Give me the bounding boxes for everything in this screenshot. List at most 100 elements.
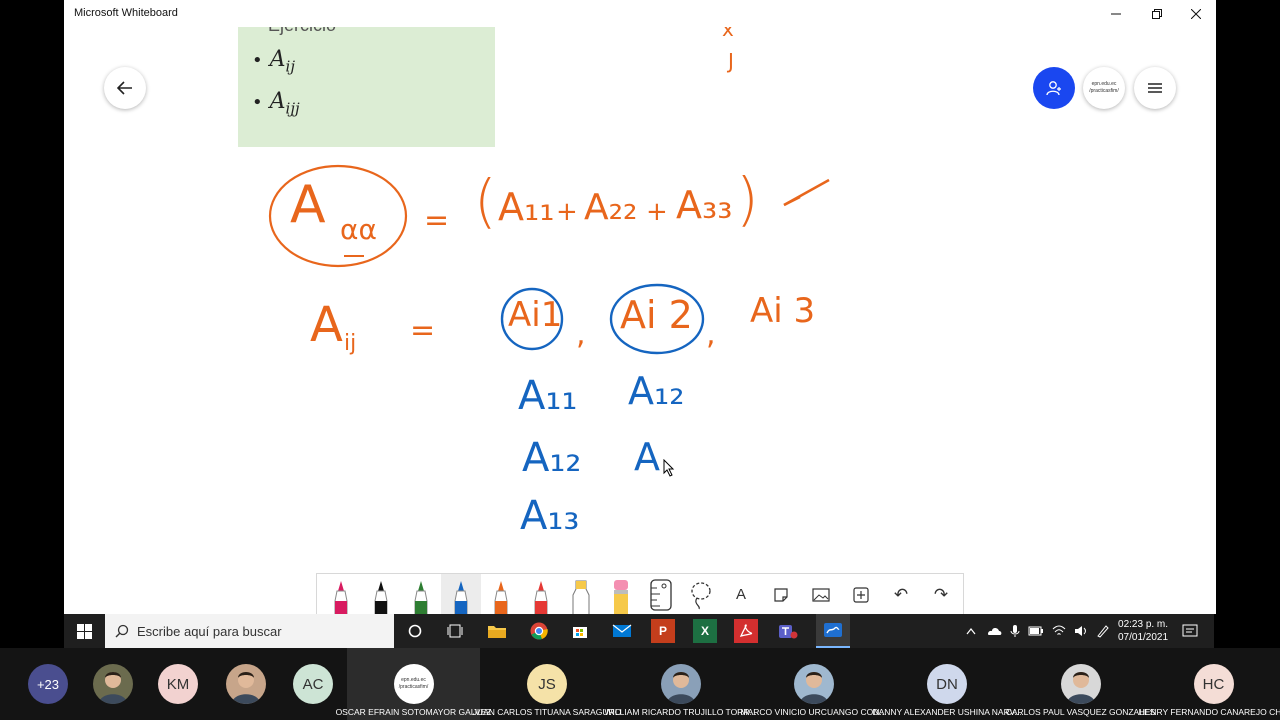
ink-paren-open: (: [474, 167, 497, 235]
overflow-participants[interactable]: +23: [18, 648, 78, 720]
pen-icon: [534, 581, 548, 614]
participant-name: DANNY ALEXANDER USHINA NARV...: [872, 707, 1022, 717]
ink-comma-1: ,: [576, 317, 586, 352]
redo-icon: ↷: [933, 584, 949, 604]
search-placeholder: Escribe aquí para buscar: [137, 623, 282, 639]
text-tool[interactable]: A: [721, 574, 761, 614]
add-icon: [853, 586, 869, 603]
clock[interactable]: 02:23 p. m. 07/01/2021: [1118, 618, 1168, 644]
pen-red-tool[interactable]: [521, 574, 561, 614]
volume-icon[interactable]: [1074, 625, 1088, 637]
close-button[interactable]: [1176, 0, 1216, 27]
mail-button[interactable]: [610, 619, 634, 643]
back-button[interactable]: [104, 67, 146, 109]
powerpoint-button[interactable]: P: [651, 619, 675, 643]
pen-ink-icon[interactable]: [1096, 624, 1110, 638]
menu-button[interactable]: [1134, 67, 1176, 109]
title-bar: Microsoft Whiteboard: [64, 0, 1216, 27]
cursor-icon: [663, 459, 675, 477]
ink-equals-2: =: [410, 313, 436, 348]
participant-name: JUAN CARLOS TITUANA SARAGURO: [472, 707, 622, 717]
participant-tile[interactable]: KM: [146, 648, 210, 720]
avatar: [93, 664, 133, 704]
ink-ai2: Ai 2: [620, 293, 693, 337]
profile-button[interactable]: epn.edu.ec /practicasfim/: [1083, 67, 1125, 109]
site-text-1: epn.edu.ec: [1091, 81, 1117, 87]
redo-button[interactable]: ↷: [921, 574, 961, 614]
hamburger-icon: [1148, 83, 1162, 93]
check-stroke-short: [783, 195, 801, 207]
note-tool[interactable]: [761, 574, 801, 614]
start-button[interactable]: [72, 619, 96, 643]
excel-icon: X: [700, 624, 709, 638]
participant-tile[interactable]: CARLOS PAUL VASQUEZ GONZALES: [1006, 648, 1155, 720]
participant-name: OSCAR EFRAIN SOTOMAYOR GALVEZ: [335, 707, 492, 717]
participant-tile[interactable]: JS JUAN CARLOS TITUANA SARAGURO: [473, 648, 621, 720]
whiteboard-taskbar-button[interactable]: [816, 614, 850, 648]
pen-orange-tool[interactable]: [481, 574, 521, 614]
participant-tile[interactable]: MARCO VINICIO URCUANGO CON...: [741, 648, 886, 720]
avatar: [793, 664, 834, 704]
highlighter-yellow-tool[interactable]: [561, 574, 601, 614]
lasso-tool[interactable]: [681, 574, 721, 614]
participant-name: WILLIAM RICARDO TRUJILLO TORR...: [604, 707, 757, 717]
text-icon: A: [735, 586, 746, 603]
taskbar-search[interactable]: Escribe aquí para buscar: [105, 614, 394, 648]
ink-a-partial: A: [634, 435, 660, 479]
cortana-button[interactable]: [403, 619, 427, 643]
pen-blue-tool[interactable]: [441, 574, 481, 614]
ruler-icon: [650, 578, 672, 611]
participant-tile[interactable]: epn.edu.ec/practicasfim/OSCAR EFRAIN SOT…: [336, 648, 491, 720]
pen-black-tool[interactable]: [361, 574, 401, 614]
participant-tile[interactable]: HC HENRY FERNANDO CANAREJO CH...: [1139, 648, 1280, 720]
acrobat-button[interactable]: [734, 619, 758, 643]
avatar: HC: [1193, 664, 1234, 704]
restore-button[interactable]: [1137, 0, 1177, 27]
participant-tile[interactable]: [82, 648, 144, 720]
participant-tile[interactable]: WILLIAM RICARDO TRUJILLO TORR...: [604, 648, 757, 720]
ink-aij-base: A: [310, 297, 343, 353]
teams-button[interactable]: [776, 619, 800, 643]
add-tool[interactable]: [841, 574, 881, 614]
task-view-icon: [447, 624, 463, 638]
file-explorer-button[interactable]: [485, 619, 509, 643]
overflow-count: +23: [28, 664, 68, 704]
onedrive-icon[interactable]: [986, 626, 1002, 636]
teams-icon: [779, 625, 798, 639]
site-logo: epn.edu.ec /practicasfim/: [1089, 81, 1118, 95]
store-button[interactable]: [568, 619, 592, 643]
minimize-button[interactable]: [1096, 0, 1136, 27]
pen-green-tool[interactable]: [401, 574, 441, 614]
task-view-button[interactable]: [443, 619, 467, 643]
restore-icon: [1152, 8, 1162, 19]
excel-button[interactable]: X: [693, 619, 717, 643]
eraser-icon: [614, 580, 628, 614]
ink-a12-right: A₁₂: [628, 369, 685, 413]
invite-button[interactable]: [1033, 67, 1075, 109]
taskbar: Escribe aquí para buscar P X 02:23 p. m.…: [64, 614, 1214, 648]
undo-button[interactable]: ↶: [881, 574, 921, 614]
clock-date: 07/01/2021: [1118, 632, 1169, 643]
ink-lhs-base: A: [290, 175, 326, 235]
battery-icon[interactable]: [1028, 626, 1044, 636]
screen: Microsoft Whiteboard Ejercicio • Aij •: [0, 0, 1280, 720]
ruler-tool[interactable]: [641, 574, 681, 614]
participant-tile[interactable]: [214, 648, 278, 720]
powerpoint-icon: P: [658, 624, 667, 638]
notifications-icon[interactable]: [1182, 624, 1198, 638]
participant-tile[interactable]: DN DANNY ALEXANDER USHINA NARV...: [872, 648, 1022, 720]
wifi-icon[interactable]: [1052, 625, 1066, 637]
chevron-up-icon[interactable]: [966, 627, 976, 635]
window-title: Microsoft Whiteboard: [74, 7, 178, 19]
pen-icon: [334, 581, 348, 614]
person-photo-icon: [666, 672, 695, 704]
pen-magenta-tool[interactable]: [321, 574, 361, 614]
chrome-button[interactable]: [527, 619, 551, 643]
eraser-tool[interactable]: [601, 574, 641, 614]
microphone-icon[interactable]: [1010, 624, 1020, 638]
mail-icon: [612, 624, 632, 637]
search-icon: [115, 624, 129, 638]
whiteboard-canvas[interactable]: Ejercicio • Aij • Aijj x J: [64, 27, 1216, 614]
site-text-2: /practicasfim/: [1089, 88, 1119, 94]
image-tool[interactable]: [801, 574, 841, 614]
